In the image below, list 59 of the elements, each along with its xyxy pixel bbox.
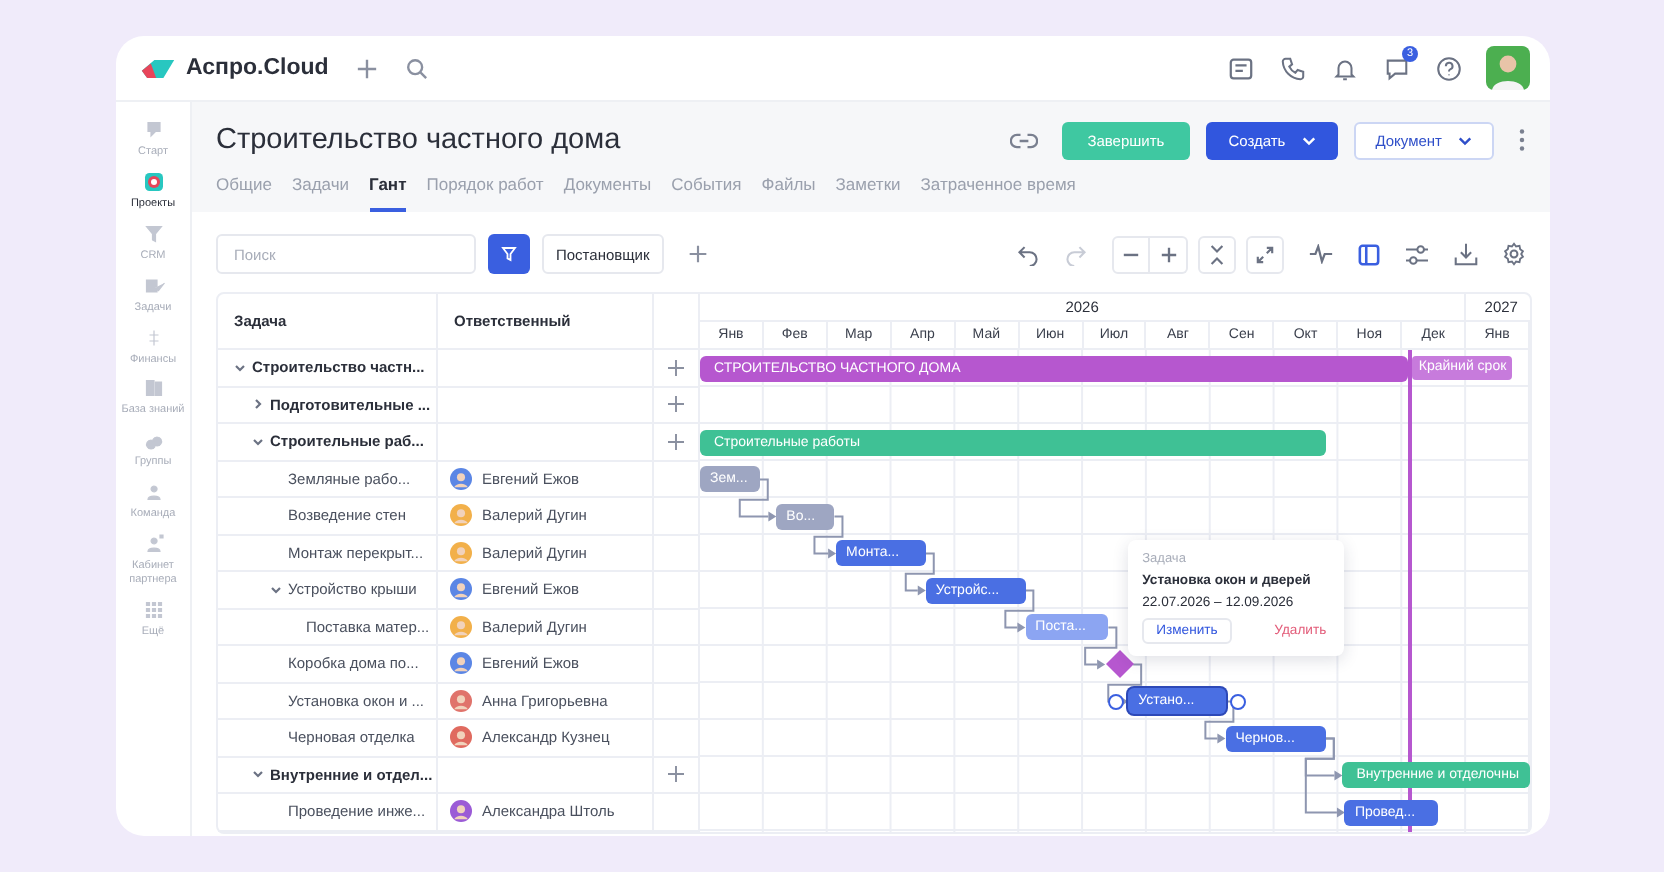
chat-icon[interactable] xyxy=(1384,55,1410,81)
collapse-icon xyxy=(1208,243,1226,265)
pulse-icon[interactable] xyxy=(1308,244,1334,264)
user-avatar[interactable] xyxy=(1486,46,1530,90)
sliders-icon[interactable] xyxy=(1404,243,1430,265)
app-name: Аспро.Cloud xyxy=(186,56,329,80)
add-icon[interactable] xyxy=(668,359,684,376)
bell-icon[interactable] xyxy=(1332,55,1358,81)
nav-icon xyxy=(141,376,165,401)
add-icon[interactable] xyxy=(668,433,684,450)
add-icon[interactable] xyxy=(668,396,684,413)
add-icon[interactable] xyxy=(668,766,684,783)
tab[interactable]: Заметки xyxy=(835,162,901,212)
nav-icon xyxy=(141,169,165,194)
link-icon[interactable] xyxy=(1009,129,1038,151)
nav-icon xyxy=(141,597,165,622)
plus-icon xyxy=(1159,245,1177,263)
panel-icon[interactable] xyxy=(1358,243,1380,265)
chevron-icon[interactable] xyxy=(252,398,264,411)
chevron-icon[interactable] xyxy=(270,583,282,596)
search-icon[interactable] xyxy=(406,57,429,79)
zoom-in-button[interactable] xyxy=(1150,235,1188,273)
filter-icon xyxy=(500,244,518,264)
nav-icon xyxy=(141,480,165,505)
tab[interactable]: Порядок работ xyxy=(426,162,544,212)
chevron-icon[interactable] xyxy=(252,435,264,448)
more-icon[interactable] xyxy=(1518,128,1526,152)
caret-icon xyxy=(1301,135,1316,145)
chevron-icon[interactable] xyxy=(252,768,264,781)
collapse-button[interactable] xyxy=(1198,235,1236,273)
nav-icon xyxy=(141,221,165,246)
tab[interactable]: Задачи xyxy=(291,162,349,212)
add-icon[interactable] xyxy=(687,244,708,264)
tab[interactable]: Гант xyxy=(369,162,407,212)
phone-icon[interactable] xyxy=(1280,55,1306,81)
filter-button[interactable] xyxy=(488,234,530,274)
project-title: Строительство частного дома xyxy=(216,124,621,156)
add-icon[interactable] xyxy=(356,57,379,79)
help-icon[interactable] xyxy=(1436,55,1462,81)
note-icon[interactable] xyxy=(1228,55,1254,81)
logo-icon xyxy=(140,55,176,81)
expand-icon xyxy=(1256,245,1274,263)
nav-icon xyxy=(141,273,165,298)
tab[interactable]: События xyxy=(671,162,742,212)
chevron-icon[interactable] xyxy=(234,361,246,374)
fullscreen-button[interactable] xyxy=(1246,235,1284,273)
caret-icon xyxy=(1458,135,1472,145)
download-icon[interactable] xyxy=(1454,242,1478,266)
tab[interactable]: Затраченное время xyxy=(920,162,1076,212)
tab[interactable]: Общие xyxy=(216,162,272,212)
settings-icon[interactable] xyxy=(1502,242,1526,266)
undo-icon[interactable] xyxy=(1016,242,1040,266)
nav-icon xyxy=(141,118,165,142)
milestone-marker[interactable] xyxy=(1105,650,1134,679)
nav-icon xyxy=(141,532,165,556)
tab[interactable]: Документы xyxy=(563,162,652,212)
link-handle[interactable] xyxy=(1229,693,1246,710)
tab[interactable]: Файлы xyxy=(761,162,816,212)
link-handle[interactable] xyxy=(1108,693,1125,710)
